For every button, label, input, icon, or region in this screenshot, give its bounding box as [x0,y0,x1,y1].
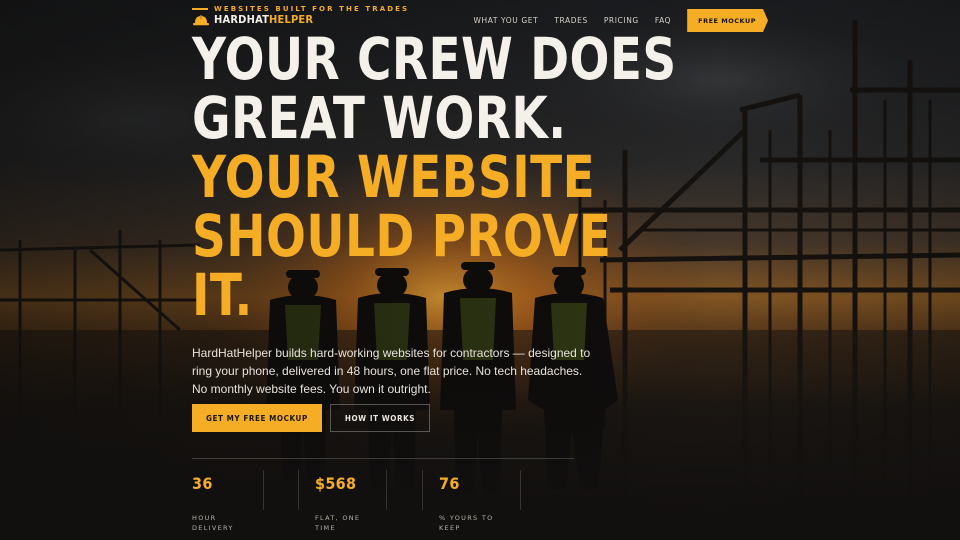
stat-label: HOUR DELIVERY [192,514,234,532]
hero-headline: YOUR CREW DOES GREAT WORK. YOUR WEBSITE … [192,25,677,329]
nav-what-you-get[interactable]: WHAT YOU GET [473,16,538,25]
headline-line-2: GREAT WORK. [192,84,567,152]
stat-delivery: 36 HOUR DELIVERY [192,474,292,533]
tagline-text: WEBSITES BUILT FOR THE TRADES [214,5,410,13]
headline-line-1: YOUR CREW DOES [192,25,677,93]
stats-divider [192,458,574,459]
stat-separator [386,470,387,510]
stat-value: 76 [439,474,460,493]
headline-accent-line-1: YOUR WEBSITE [192,143,596,211]
how-it-works-button[interactable]: HOW IT WORKS [329,404,431,432]
nav-trades[interactable]: TRADES [554,16,588,25]
stat-label: FLAT, ONE TIME [315,514,361,532]
stat-price: $568 FLAT, ONE TIME [315,474,415,533]
stat-separator [520,470,521,510]
hero-actions: GET MY FREE MOCKUP HOW IT WORKS [192,404,431,432]
stat-ownership: 76 % YOURS TO KEEP [439,474,539,533]
stat-separator [422,470,423,510]
stat-value: $568 [315,474,357,493]
stat-label: % YOURS TO KEEP [439,514,494,532]
stat-separator [298,470,299,510]
nav-pricing[interactable]: PRICING [604,16,639,25]
headline-accent-line-3: IT. [192,261,253,329]
hero-description: HardHatHelper builds hard-working websit… [192,346,591,396]
stat-separator [263,470,264,510]
tagline: WEBSITES BUILT FOR THE TRADES [192,5,409,13]
tagline-rule [192,8,208,10]
get-free-mockup-button[interactable]: GET MY FREE MOCKUP [192,404,322,432]
headline-accent-line-2: SHOULD PROVE [192,202,612,270]
hard-hat-icon [193,14,209,25]
nav-faq[interactable]: FAQ [655,16,671,25]
stat-value: 36 [192,474,213,493]
free-mockup-nav-button[interactable]: FREE MOCKUP [687,9,768,32]
hero-section: YOUR CREW DOES GREAT WORK. YOUR WEBSITE … [192,25,677,329]
